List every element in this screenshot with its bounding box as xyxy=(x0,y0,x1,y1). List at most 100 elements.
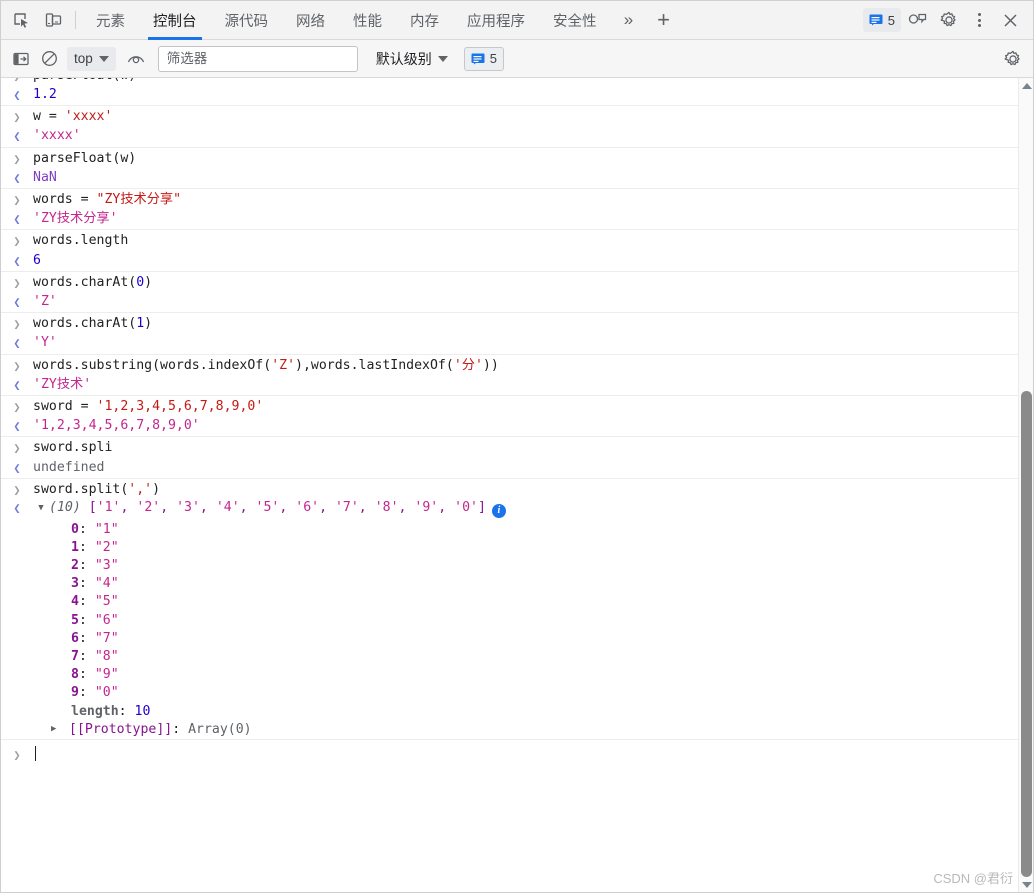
token: w = xyxy=(33,109,65,125)
console-command-line[interactable]: ❯parseFloat(w) xyxy=(1,148,1033,168)
console-input-field[interactable] xyxy=(33,745,1033,764)
text-cursor xyxy=(35,745,36,761)
array-separator: , xyxy=(398,500,415,516)
result-arrow-icon: ❮ xyxy=(13,419,21,434)
console-command-line[interactable]: ❯ sword.spli xyxy=(1,437,1033,457)
colon: : xyxy=(78,521,95,537)
tab-application[interactable]: 应用程序 xyxy=(453,1,539,40)
line-content: 6 xyxy=(33,254,1033,267)
devtools-settings-gear-icon[interactable] xyxy=(933,5,965,35)
console-command-line[interactable]: ❯ words.charAt(1) xyxy=(1,313,1033,333)
live-expression-eye-icon[interactable] xyxy=(122,46,150,72)
array-property-row[interactable]: 7: "8" xyxy=(1,647,1033,665)
tab-performance[interactable]: 性能 xyxy=(339,1,396,40)
tab-elements[interactable]: 元素 xyxy=(82,1,139,40)
line-content: 'ZY技术' xyxy=(33,378,1033,391)
devtools-more-options-icon[interactable] xyxy=(965,5,993,35)
token: 'xxxx' xyxy=(33,128,81,144)
result-arrow-icon: ❮ xyxy=(13,129,21,144)
console-result-line[interactable]: ❮ 'ZY技术' xyxy=(1,375,1033,395)
array-separator: , xyxy=(120,500,137,516)
array-expander-icon[interactable]: ▼ xyxy=(33,501,49,513)
token: 'Z' xyxy=(33,294,57,310)
tab-memory[interactable]: 内存 xyxy=(396,1,453,40)
console-command-line[interactable]: ❯ words = "ZY技术分享" xyxy=(1,189,1033,209)
console-result-line[interactable]: ❮ 'ZY技术分享' xyxy=(1,209,1033,229)
console-command-line[interactable]: ❯ sword = '1,2,3,4,5,6,7,8,9,0' xyxy=(1,396,1033,416)
console-entry-group: ❯ words.charAt(1) ❮ 'Y' xyxy=(1,313,1033,355)
token: ) xyxy=(144,274,153,290)
console-sidebar-toggle-icon[interactable] xyxy=(7,46,35,72)
array-prototype-row[interactable]: ▶ [[Prototype]]: Array(0) xyxy=(1,720,1033,738)
array-property-row[interactable]: 4: "5" xyxy=(1,593,1033,611)
line-content: sword = '1,2,3,4,5,6,7,8,9,0' xyxy=(33,400,1033,413)
execution-context-selector[interactable]: top xyxy=(67,46,116,71)
array-property-row[interactable]: 2: "3" xyxy=(1,556,1033,574)
console-settings-gear-icon[interactable] xyxy=(999,46,1027,72)
scrollbar-up-arrow-icon[interactable] xyxy=(1019,78,1033,93)
console-filter-input[interactable] xyxy=(166,51,349,66)
console-input-prompt-row[interactable]: ❯ xyxy=(1,740,1033,770)
device-toolbar-icon[interactable] xyxy=(37,5,69,35)
tab-sources[interactable]: 源代码 xyxy=(211,1,283,40)
close-devtools-icon[interactable] xyxy=(993,5,1027,35)
array-property-key: 1 xyxy=(71,539,79,555)
console-issues-badge[interactable]: 5 xyxy=(463,46,505,71)
token: ) xyxy=(152,481,161,497)
console-command-line[interactable]: ❯ words.substring(words.indexOf('Z'),word… xyxy=(1,355,1033,375)
info-icon[interactable]: i xyxy=(491,504,506,519)
console-scrollbar[interactable] xyxy=(1018,78,1033,892)
console-result-line[interactable]: ❮ undefined xyxy=(1,458,1033,478)
line-content: parseFloat(w) xyxy=(33,152,1033,165)
tab-network[interactable]: 网络 xyxy=(282,1,339,40)
array-property-value: "2" xyxy=(94,539,119,555)
console-result-line[interactable]: ❮ NaN xyxy=(1,168,1033,188)
console-command-line[interactable]: ❯ w = 'xxxx' xyxy=(1,106,1033,126)
token: sword.spli xyxy=(33,440,113,456)
console-filter-box[interactable] xyxy=(157,45,358,72)
message-icon xyxy=(471,53,485,64)
scrollbar-thumb[interactable] xyxy=(1021,390,1032,877)
tab-security[interactable]: 安全性 xyxy=(539,1,611,40)
console-result-line[interactable]: ❮ 'Y' xyxy=(1,333,1033,353)
array-property-row[interactable]: 9: "0" xyxy=(1,684,1033,702)
token: sword.split( xyxy=(33,481,129,497)
console-message-count-badge[interactable]: 5 xyxy=(862,8,901,32)
console-result-line[interactable]: ❮ 6 xyxy=(1,251,1033,271)
array-property-row[interactable]: 8: "9" xyxy=(1,666,1033,684)
console-array-preview-line[interactable]: ❮ ▼ (10) ['1', '2', '3', '4', '5', '6', '7… xyxy=(1,499,1033,520)
array-property-row[interactable]: 0: "1" xyxy=(1,520,1033,538)
array-property-row[interactable]: 6: "7" xyxy=(1,629,1033,647)
prototype-expander-icon[interactable]: ▶ xyxy=(51,723,69,734)
line-content: 'Z' xyxy=(33,295,1033,308)
array-count-label: (10) xyxy=(49,500,89,516)
clear-console-icon[interactable] xyxy=(35,46,63,72)
more-tabs-icon[interactable]: » xyxy=(611,1,647,40)
line-content: words.charAt(1) xyxy=(33,317,1033,330)
console-command-line[interactable]: ❯ words.length xyxy=(1,230,1033,250)
console-message-list[interactable]: ❯parseFloat(w)❮1.2❯w = 'xxxx'❮'xxxx'❯par… xyxy=(1,78,1033,892)
console-entry-group: ❯parseFloat(w) ❮ 1.2 xyxy=(1,78,1033,107)
console-result-line[interactable]: ❮ 'xxxx' xyxy=(1,126,1033,146)
console-result-line[interactable]: ❮ 1.2 xyxy=(1,85,1033,105)
console-result-line[interactable]: ❮ 'Z' xyxy=(1,292,1033,312)
token: words.charAt( xyxy=(33,274,137,290)
inspector-feedback-icon[interactable] xyxy=(901,5,933,35)
array-property-row[interactable]: 3: "4" xyxy=(1,575,1033,593)
console-command-line[interactable]: ❯ sword.split(',') xyxy=(1,479,1033,499)
log-level-selector[interactable]: 默认级别 xyxy=(372,46,452,72)
scrollbar-down-arrow-icon[interactable] xyxy=(1019,877,1033,892)
token: 1 xyxy=(136,316,145,332)
tab-console[interactable]: 控制台 xyxy=(139,1,211,40)
token: ',' xyxy=(128,481,153,497)
console-result-line[interactable]: ❮ '1,2,3,4,5,6,7,8,9,0' xyxy=(1,416,1033,436)
array-property-row[interactable]: 5: "6" xyxy=(1,611,1033,629)
console-entry-group: ❯ w = 'xxxx' ❮ 'xxxx' xyxy=(1,106,1033,148)
console-command-line[interactable]: ❯parseFloat(w) xyxy=(1,78,1033,85)
inspect-element-icon[interactable] xyxy=(5,5,37,35)
prototype-value: Array(0) xyxy=(188,721,252,737)
array-property-row[interactable]: 1: "2" xyxy=(1,538,1033,556)
array-length-row[interactable]: length: 10 xyxy=(1,702,1033,720)
add-panel-icon[interactable]: + xyxy=(647,1,681,40)
console-command-line[interactable]: ❯ words.charAt(0) xyxy=(1,272,1033,292)
